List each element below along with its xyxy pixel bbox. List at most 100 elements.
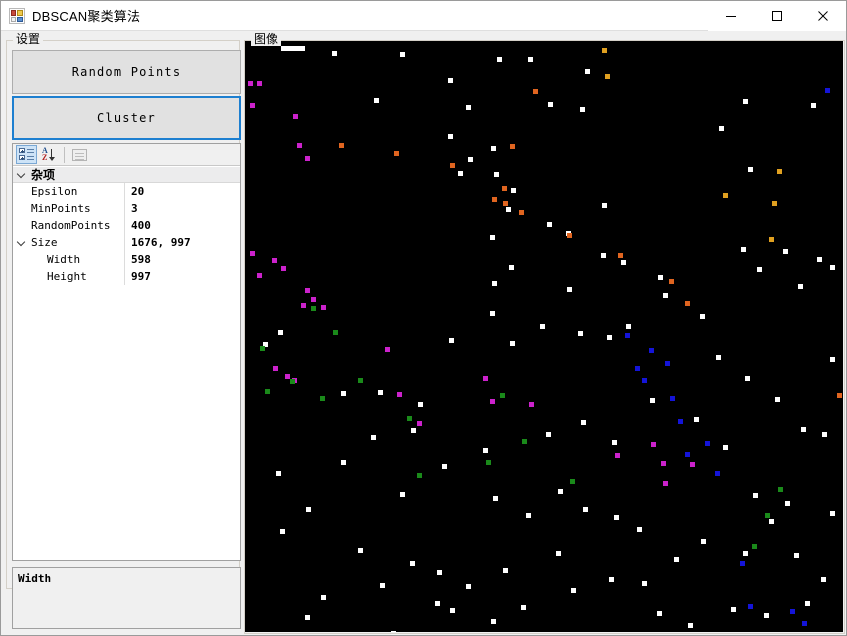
alphabetical-sort-icon[interactable]: AZ	[39, 145, 60, 164]
data-point	[688, 623, 693, 628]
close-button[interactable]	[800, 0, 846, 31]
data-point	[509, 265, 514, 270]
data-point	[607, 335, 612, 340]
random-points-button[interactable]: Random Points	[12, 50, 241, 94]
property-row-size[interactable]: Size 1676, 997	[13, 234, 240, 251]
data-point	[410, 561, 415, 566]
data-point	[500, 393, 505, 398]
property-value[interactable]: 1676, 997	[125, 234, 240, 251]
data-point	[533, 89, 538, 94]
data-point	[281, 266, 286, 271]
data-point	[297, 143, 302, 148]
data-point	[333, 330, 338, 335]
data-point	[250, 251, 255, 256]
data-point	[637, 527, 642, 532]
data-point	[341, 391, 346, 396]
data-point	[723, 193, 728, 198]
data-point	[694, 417, 699, 422]
data-point	[491, 619, 496, 624]
data-point	[669, 279, 674, 284]
property-row-epsilon[interactable]: Epsilon 20	[13, 183, 240, 200]
property-row-height[interactable]: Height 997	[13, 268, 240, 285]
data-point	[450, 163, 455, 168]
property-row-randompoints[interactable]: RandomPoints 400	[13, 217, 240, 234]
property-name: MinPoints	[29, 200, 125, 217]
data-point	[690, 462, 695, 467]
data-point	[658, 275, 663, 280]
property-name: RandomPoints	[29, 217, 125, 234]
data-point	[278, 330, 283, 335]
data-point	[394, 151, 399, 156]
size-expander-icon[interactable]	[13, 234, 29, 251]
data-point	[678, 419, 683, 424]
data-point	[385, 347, 390, 352]
property-name: Width	[29, 251, 125, 268]
data-point	[522, 439, 527, 444]
data-point	[625, 333, 630, 338]
data-point	[548, 102, 553, 107]
property-value[interactable]: 20	[125, 183, 240, 200]
data-point	[248, 81, 253, 86]
data-point	[753, 493, 758, 498]
data-point	[817, 257, 822, 262]
data-point	[339, 143, 344, 148]
property-row-width[interactable]: Width 598	[13, 251, 240, 268]
data-point	[483, 448, 488, 453]
data-point	[583, 507, 588, 512]
maximize-button[interactable]	[754, 0, 800, 31]
data-point	[358, 378, 363, 383]
scatter-plot-canvas[interactable]	[245, 41, 843, 632]
data-point	[785, 501, 790, 506]
data-point	[300, 46, 305, 51]
property-value[interactable]: 598	[125, 251, 240, 268]
data-point	[642, 378, 647, 383]
data-point	[311, 306, 316, 311]
data-point	[490, 399, 495, 404]
category-expander-icon[interactable]	[13, 166, 29, 183]
data-point	[723, 445, 728, 450]
data-point	[740, 561, 745, 566]
minimize-button[interactable]	[708, 0, 754, 31]
property-grid[interactable]: AZ 杂项 Epsilon 20 MinPoints 3 RandomPoint…	[12, 143, 241, 561]
data-point	[571, 588, 576, 593]
data-point	[772, 201, 777, 206]
property-name: Epsilon	[29, 183, 125, 200]
property-value[interactable]: 997	[125, 268, 240, 285]
cluster-scatter-area[interactable]	[245, 41, 843, 632]
data-point	[458, 171, 463, 176]
data-point	[794, 553, 799, 558]
data-point	[519, 210, 524, 215]
property-category-row[interactable]: 杂项	[13, 166, 240, 183]
categorized-view-icon[interactable]	[16, 145, 37, 164]
data-point	[764, 613, 769, 618]
property-value[interactable]: 400	[125, 217, 240, 234]
data-point	[685, 452, 690, 457]
data-point	[661, 461, 666, 466]
data-point	[490, 311, 495, 316]
property-row-minpoints[interactable]: MinPoints 3	[13, 200, 240, 217]
data-point	[510, 341, 515, 346]
data-point	[265, 389, 270, 394]
data-point	[626, 324, 631, 329]
data-point	[442, 464, 447, 469]
data-point	[305, 288, 310, 293]
data-point	[397, 392, 402, 397]
data-point	[745, 376, 750, 381]
data-point	[321, 305, 326, 310]
data-point	[635, 366, 640, 371]
data-point	[705, 441, 710, 446]
data-point	[701, 539, 706, 544]
data-point	[450, 608, 455, 613]
data-point	[778, 487, 783, 492]
data-point	[493, 496, 498, 501]
row-gutter	[13, 217, 29, 234]
property-value[interactable]: 3	[125, 200, 240, 217]
row-gutter	[13, 251, 29, 268]
title-bar: DBSCAN聚类算法	[1, 0, 846, 31]
data-point	[825, 88, 830, 93]
cluster-button[interactable]: Cluster	[12, 96, 241, 140]
settings-groupbox-label: 设置	[13, 33, 44, 46]
data-point	[801, 427, 806, 432]
data-point	[311, 297, 316, 302]
data-point	[293, 114, 298, 119]
